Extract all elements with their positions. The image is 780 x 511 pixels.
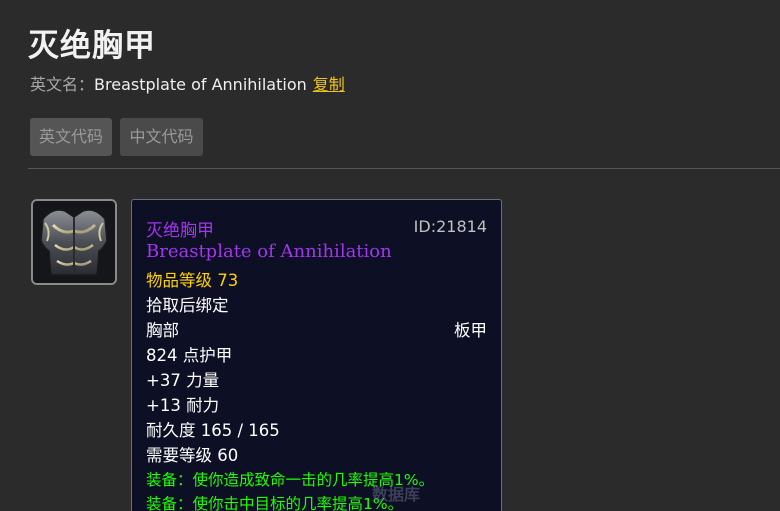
- tooltip-durability: 耐久度 165 / 165: [146, 421, 280, 440]
- tooltip-equip-effect-2: 装备：使你击中目标的几率提高1%。: [146, 495, 404, 511]
- tooltip-slot: 胸部: [146, 321, 179, 340]
- page-title: 灭绝胸甲: [28, 28, 156, 64]
- breastplate-icon-graphic: [33, 201, 115, 283]
- site-watermark: 数据库: [372, 485, 421, 504]
- copy-link[interactable]: 复制: [313, 75, 345, 94]
- english-name-value: Breastplate of Annihilation: [94, 75, 307, 94]
- tooltip-required-level: 需要等级 60: [146, 446, 239, 465]
- tooltip-item-name: 灭绝胸甲: [146, 221, 214, 241]
- tooltip-english-name: Breastplate of Annihilation: [146, 241, 392, 262]
- chinese-code-button[interactable]: 中文代码: [120, 118, 203, 156]
- english-code-button[interactable]: 英文代码: [30, 118, 112, 156]
- tooltip-item-id: ID:21814: [413, 217, 487, 236]
- tooltip-strength: +37 力量: [146, 371, 220, 390]
- breastplate-icon: [31, 199, 117, 285]
- tooltip-armor: 824 点护甲: [146, 346, 233, 365]
- item-tooltip: 灭绝胸甲 ID:21814 Breastplate of Annihilatio…: [131, 199, 502, 511]
- english-name-row: 英文名：Breastplate of Annihilation 复制: [30, 71, 345, 95]
- divider: [28, 168, 780, 169]
- english-name-label: 英文名：: [30, 75, 95, 94]
- tooltip-stamina: +13 耐力: [146, 396, 220, 415]
- item-page: 灭绝胸甲 英文名：Breastplate of Annihilation 复制 英…: [0, 0, 780, 511]
- tooltip-item-level: 物品等级 73: [146, 271, 239, 290]
- tooltip-armor-type: 板甲: [454, 321, 487, 340]
- tooltip-bind-type: 拾取后绑定: [146, 296, 229, 315]
